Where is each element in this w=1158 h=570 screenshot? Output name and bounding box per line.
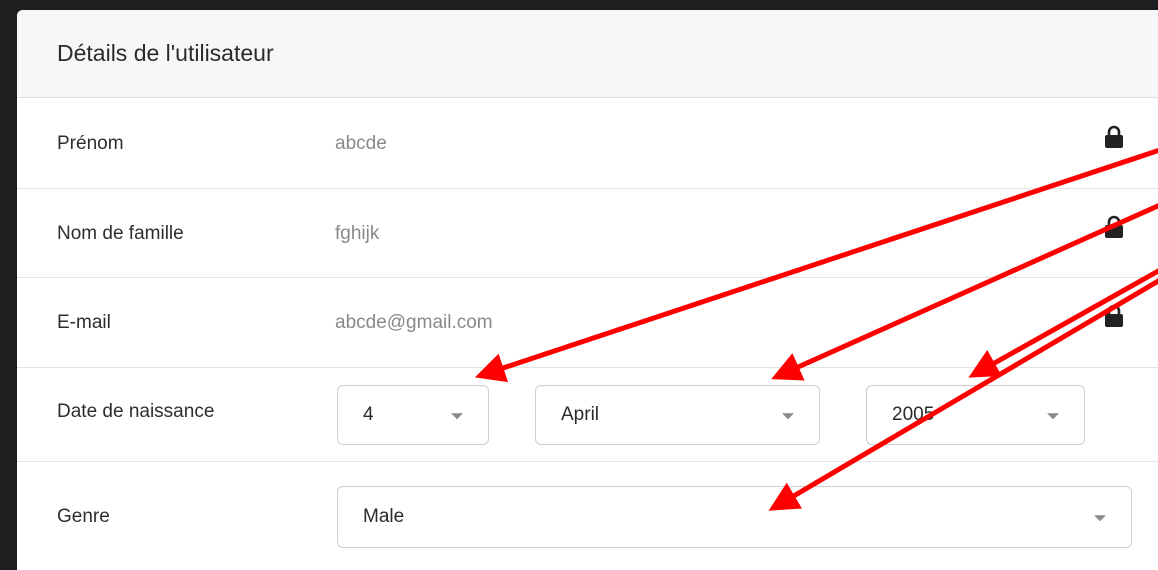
birth-date-label: Date de naissance xyxy=(57,401,215,422)
birth-year-select[interactable]: 2005 xyxy=(866,385,1085,445)
email-label: E-mail xyxy=(57,312,111,333)
chevron-down-icon xyxy=(1047,413,1059,420)
lock-icon xyxy=(1105,215,1123,238)
gender-select[interactable]: Male xyxy=(337,486,1132,548)
row-first-name: Prénom abcde xyxy=(17,99,1158,189)
email-value: abcde@gmail.com xyxy=(335,312,493,333)
row-gender: Genre Male xyxy=(17,462,1158,570)
birth-day-select[interactable]: 4 xyxy=(337,385,489,445)
row-email: E-mail abcde@gmail.com xyxy=(17,278,1158,368)
user-details-card: Détails de l'utilisateur Prénom abcde No… xyxy=(17,10,1158,570)
birth-month-value: April xyxy=(561,404,600,425)
card-header: Détails de l'utilisateur xyxy=(17,10,1158,98)
first-name-label: Prénom xyxy=(57,133,124,154)
row-birth-date: Date de naissance 4 April 2005 xyxy=(17,368,1158,462)
gender-value: Male xyxy=(363,506,405,527)
birth-day-value: 4 xyxy=(363,404,374,425)
birth-month-select[interactable]: April xyxy=(535,385,820,445)
page-title: Détails de l'utilisateur xyxy=(57,40,274,66)
first-name-value: abcde xyxy=(335,133,387,154)
last-name-value: fghijk xyxy=(335,223,380,244)
lock-icon xyxy=(1105,125,1123,148)
chevron-down-icon xyxy=(782,413,794,420)
birth-year-value: 2005 xyxy=(892,404,935,425)
chevron-down-icon xyxy=(451,413,463,420)
last-name-label: Nom de famille xyxy=(57,223,184,244)
chevron-down-icon xyxy=(1094,515,1106,522)
row-last-name: Nom de famille fghijk xyxy=(17,189,1158,278)
gender-label: Genre xyxy=(57,506,110,527)
lock-icon xyxy=(1105,304,1123,327)
